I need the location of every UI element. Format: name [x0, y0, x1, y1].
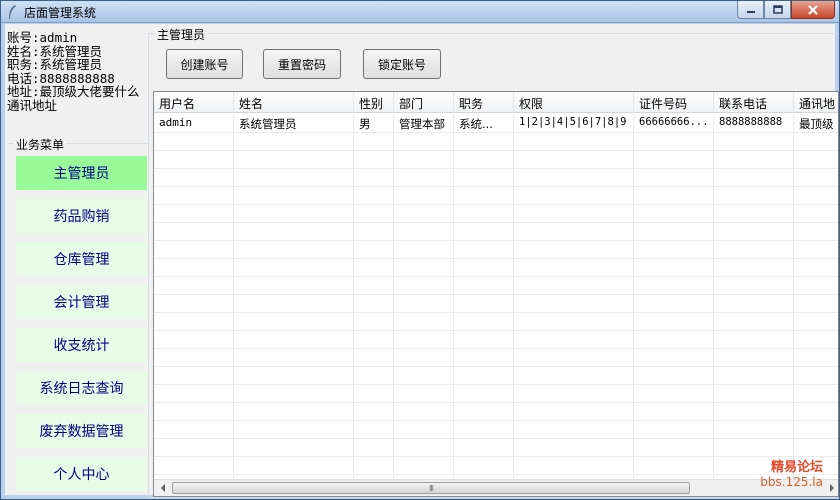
menu-income-stats-button[interactable]: 收支统计: [16, 328, 147, 362]
close-icon: [808, 4, 818, 15]
cell-username: admin: [154, 114, 234, 132]
accounts-table[interactable]: 用户名 姓名 性别 部门 职务 权限 证件号码 联系电话 通讯地 admin 系…: [153, 91, 839, 497]
reset-password-button[interactable]: 重置密码: [263, 49, 341, 79]
minimize-icon: [746, 10, 755, 13]
client-area: 账号:admin 姓名:系统管理员 职务:系统管理员 电话:8888888888…: [5, 24, 839, 498]
lock-account-button[interactable]: 锁定账号: [363, 49, 441, 79]
cell-phone: 8888888888: [714, 114, 794, 132]
business-menu-group: 业务菜单 主管理员 药品购销 仓库管理 会计管理 收支统计 系统日志查询 废弃数…: [8, 136, 150, 495]
name-text: 姓名:系统管理员: [7, 43, 103, 59]
position-text: 职务:系统管理员: [7, 57, 103, 73]
cell-position: 系统...: [454, 114, 514, 132]
window-title: 店面管理系统: [24, 6, 97, 20]
column-header-department[interactable]: 部门: [394, 92, 454, 113]
table-body: admin 系统管理员 男 管理本部 系统... 1|2|3|4|5|6|7|8…: [154, 114, 838, 480]
cell-department: 管理本部: [394, 114, 454, 132]
maximize-button[interactable]: [764, 1, 791, 19]
column-header-position[interactable]: 职务: [454, 92, 514, 113]
column-header-permissions[interactable]: 权限: [514, 92, 634, 113]
app-window: 店面管理系统 账号:admin 姓名:系统管理员 职务:系统管理员 电话:888…: [0, 0, 840, 500]
create-account-button[interactable]: 创建账号: [166, 49, 243, 79]
feather-icon: [9, 5, 16, 19]
column-header-username[interactable]: 用户名: [154, 92, 234, 113]
phone-text: 电话:8888888888: [7, 70, 115, 86]
cell-address: 最顶级: [794, 114, 838, 132]
maximize-icon: [772, 5, 783, 14]
cell-id-number: 66666666...: [634, 114, 714, 132]
window-controls: [737, 1, 835, 19]
menu-system-log-button[interactable]: 系统日志查询: [16, 371, 147, 405]
forum-watermark: 精易论坛 bbs.125.la: [760, 456, 823, 489]
user-info-panel: 账号:admin 姓名:系统管理员 职务:系统管理员 电话:8888888888…: [7, 31, 147, 113]
cell-permissions: 1|2|3|4|5|6|7|8|9: [514, 114, 634, 132]
arrow-right-icon: [829, 484, 834, 492]
menu-warehouse-button[interactable]: 仓库管理: [16, 242, 147, 276]
admin-group-label: 主管理员: [155, 26, 208, 43]
horizontal-scrollbar[interactable]: III: [154, 479, 838, 496]
menu-drug-sales-button[interactable]: 药品购销: [16, 199, 147, 233]
column-header-name[interactable]: 姓名: [234, 92, 354, 113]
column-header-gender[interactable]: 性别: [354, 92, 394, 113]
admin-group: 主管理员 创建账号 重置密码 锁定账号 用户名 姓名 性别 部门 职务 权限 证…: [148, 26, 839, 498]
watermark-title: 精易论坛: [770, 460, 823, 475]
menu-discarded-data-button[interactable]: 废弃数据管理: [16, 414, 147, 448]
account-text: 账号:admin: [7, 30, 78, 45]
scroll-right-button[interactable]: [823, 480, 838, 496]
scroll-thumb[interactable]: III: [172, 482, 690, 494]
title-bar[interactable]: 店面管理系统: [1, 1, 839, 23]
menu-admin-button[interactable]: 主管理员: [16, 156, 147, 190]
table-header: 用户名 姓名 性别 部门 职务 权限 证件号码 联系电话 通讯地: [154, 92, 838, 113]
column-header-address[interactable]: 通讯地: [794, 92, 838, 113]
minimize-button[interactable]: [737, 1, 764, 19]
column-header-id-number[interactable]: 证件号码: [634, 92, 714, 113]
address-text: 地址:最顶级大佬要什么通讯地址: [7, 84, 140, 113]
menu-personal-center-button[interactable]: 个人中心: [16, 457, 147, 491]
column-header-phone[interactable]: 联系电话: [714, 92, 794, 113]
menu-accounting-button[interactable]: 会计管理: [16, 285, 147, 319]
business-menu-label: 业务菜单: [14, 136, 67, 153]
scroll-left-button[interactable]: [154, 480, 171, 496]
cell-name: 系统管理员: [234, 114, 354, 132]
close-button[interactable]: [791, 1, 835, 19]
cell-gender: 男: [354, 114, 394, 132]
arrow-left-icon: [160, 484, 165, 492]
table-row[interactable]: admin 系统管理员 男 管理本部 系统... 1|2|3|4|5|6|7|8…: [154, 114, 838, 132]
watermark-url: bbs.125.la: [760, 475, 823, 489]
